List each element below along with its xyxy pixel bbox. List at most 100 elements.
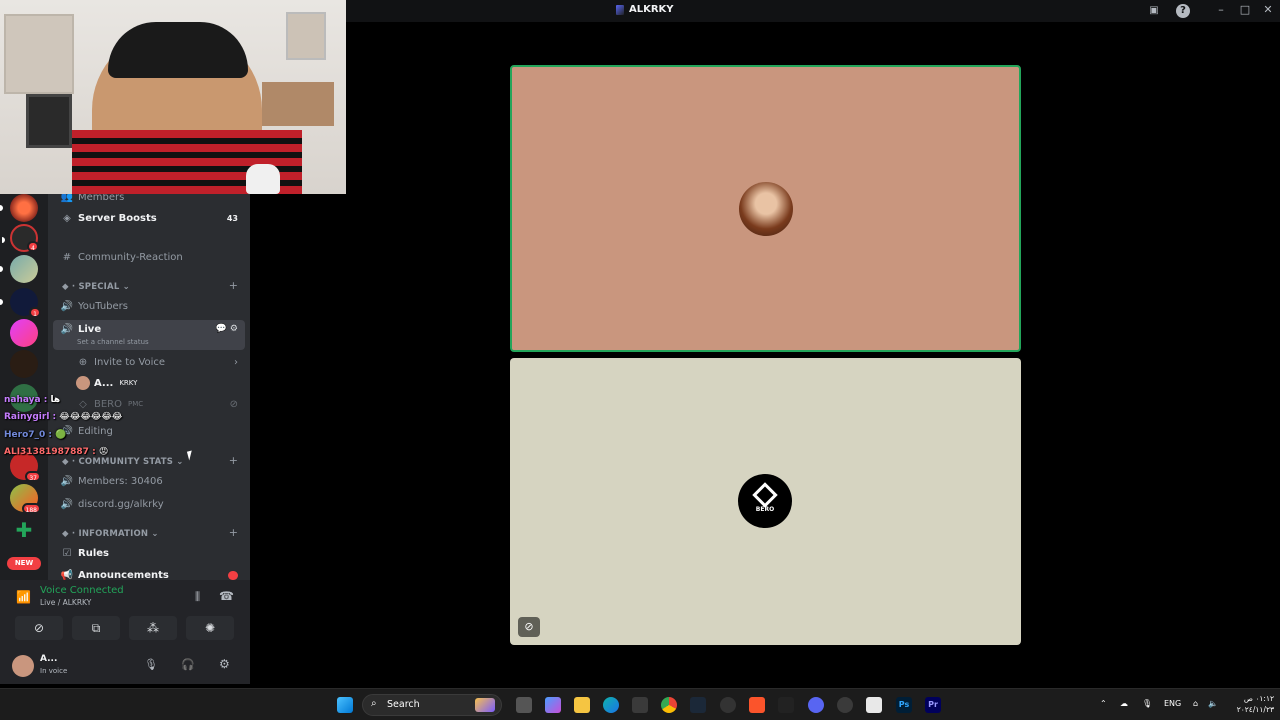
channel-announcements[interactable]: 📢 Announcements <box>48 564 250 581</box>
unread-badge <box>228 571 238 580</box>
brave-icon[interactable] <box>749 697 765 713</box>
category-special[interactable]: ◆ · SPECIAL ⌄ <box>62 282 130 292</box>
microphone-shape <box>246 164 280 194</box>
invite-label: Invite to Voice <box>94 356 166 368</box>
server-icon[interactable]: 4 <box>2 224 39 252</box>
server-icon[interactable] <box>10 350 38 378</box>
search-box[interactable]: ⌕ Search <box>362 694 502 716</box>
call-tile[interactable]: BERO ⊘ <box>510 358 1021 645</box>
file-explorer-icon[interactable] <box>574 697 590 713</box>
channel-server-boosts[interactable]: ◈ Server Boosts 43 <box>48 207 250 229</box>
app-icon[interactable] <box>866 697 882 713</box>
channel-editing[interactable]: 🔊 Editing <box>48 420 250 442</box>
invite-to-voice[interactable]: ⊕ Invite to Voice › <box>48 351 250 373</box>
voice-user-name: A... <box>94 377 114 389</box>
maximize-button[interactable]: □ <box>1238 3 1252 17</box>
call-tile-speaking[interactable] <box>510 65 1021 352</box>
settings-icon[interactable] <box>720 697 736 713</box>
channel-members[interactable]: 👥 Members <box>48 194 250 208</box>
speaker-icon: 🔊 <box>60 498 74 510</box>
window-title: ALKRKY <box>616 4 674 15</box>
steam-icon[interactable] <box>690 697 706 713</box>
channel-community-reaction[interactable]: # Community-Reaction <box>48 246 250 268</box>
discord-icon[interactable] <box>808 697 824 713</box>
inbox-icon[interactable]: ▣ <box>1147 4 1161 18</box>
app-icon[interactable] <box>837 697 853 713</box>
settings-icon[interactable]: ⚙ <box>219 657 230 671</box>
camera-button[interactable]: ⊘ <box>15 616 63 640</box>
voice-user-name: BERO <box>94 398 122 410</box>
voice-status[interactable]: Voice Connected <box>40 585 124 596</box>
channel-members-count[interactable]: 🔊 Members: 30406 <box>48 470 250 492</box>
avatar[interactable] <box>12 655 34 677</box>
user-name[interactable]: A... <box>40 654 57 664</box>
headphones-icon[interactable]: 🎧 <box>181 658 195 671</box>
avatar: BERO <box>738 474 792 528</box>
category-information[interactable]: ◆ · INFORMATION ⌄ <box>62 529 159 539</box>
store-icon[interactable] <box>632 697 648 713</box>
voice-panel: 📶 Voice Connected Live / ALKRKY ⫼ ☎ ⊘ ⧉ … <box>0 580 250 684</box>
voice-location[interactable]: Live / ALKRKY <box>40 598 91 607</box>
category-label: COMMUNITY STATS <box>78 457 174 467</box>
add-channel-icon[interactable]: + <box>229 454 238 467</box>
window-title-text: ALKRKY <box>629 4 674 15</box>
new-badge: NEW <box>7 557 41 570</box>
channel-live[interactable]: 🔊 Live 💬 ⚙ <box>48 318 250 340</box>
activity-button[interactable]: ⁂ <box>129 616 177 640</box>
help-icon[interactable]: ? <box>1176 4 1190 18</box>
screen-share-button[interactable]: ⧉ <box>72 616 120 640</box>
add-channel-icon[interactable]: + <box>229 279 238 292</box>
channel-youtubers[interactable]: 🔊 YouTubers <box>48 295 250 317</box>
wall-frame <box>26 94 72 148</box>
unread-pill <box>0 205 3 211</box>
channel-name: Announcements <box>78 569 169 581</box>
add-channel-icon[interactable]: + <box>229 526 238 539</box>
chat-message: ALI31381987887 : 😡 <box>4 447 109 457</box>
photoshop-icon[interactable]: Ps <box>896 697 912 713</box>
noise-suppression-icon[interactable]: ⫼ <box>195 590 200 604</box>
capcut-icon[interactable] <box>778 697 794 713</box>
channel-rules[interactable]: ☑ Rules <box>48 542 250 564</box>
microphone-icon[interactable]: 🎙 <box>144 658 158 671</box>
clock[interactable]: ٠١:١٢ ص ٢٠٢٤/١١/٢٣ <box>1224 693 1274 715</box>
copilot-icon[interactable] <box>545 697 561 713</box>
network-icon[interactable]: ⌂ <box>1193 699 1198 708</box>
announcement-icon: 📢 <box>60 569 74 581</box>
server-icon[interactable]: 188 <box>10 484 41 514</box>
server-icon[interactable] <box>0 194 38 222</box>
chevron-up-icon[interactable]: ⌃ <box>1100 699 1107 708</box>
soundboard-button[interactable]: ✺ <box>186 616 234 640</box>
task-view-icon[interactable] <box>516 697 532 713</box>
boost-count: 43 <box>226 213 238 223</box>
disconnect-icon[interactable]: ☎ <box>219 589 234 603</box>
app-window: ALKRKY ▣ ? – □ ✕ 4 1 37 188 ✚ NEW 👥 Memb… <box>0 0 1280 720</box>
channel-list: 👥 Members ◈ Server Boosts 43 # Community… <box>48 194 250 580</box>
cloud-icon[interactable]: ☁ <box>1120 699 1128 708</box>
server-icon[interactable]: 1 <box>0 288 41 318</box>
volume-icon[interactable]: 🔈 <box>1208 699 1218 708</box>
category-community-stats[interactable]: ◆ · COMMUNITY STATS ⌄ <box>62 457 184 467</box>
taskbar: ⌕ Search Ps Pr ⌃ ☁ 🎙 ENG ⌂ 🔈 ٠١:١٢ ص ٢٠٢… <box>0 688 1280 720</box>
voice-user[interactable]: A... KRKY <box>48 372 250 394</box>
server-icon[interactable] <box>10 319 38 347</box>
premiere-icon[interactable]: Pr <box>925 697 941 713</box>
microphone-icon[interactable]: 🎙 <box>1142 699 1152 708</box>
channel-status[interactable]: Set a channel status <box>77 338 149 346</box>
members-icon: 👥 <box>60 194 74 203</box>
minimize-button[interactable]: – <box>1214 3 1228 17</box>
channel-name: Editing <box>78 425 113 437</box>
chrome-icon[interactable] <box>661 697 677 713</box>
close-button[interactable]: ✕ <box>1261 3 1275 17</box>
server-icon[interactable] <box>0 255 38 283</box>
channel-actions[interactable]: 💬 ⚙ <box>216 324 238 334</box>
chat-text: 🟢 <box>55 430 67 440</box>
signal-icon[interactable]: 📶 <box>16 590 31 604</box>
speaker-icon: 🔊 <box>60 300 74 312</box>
chat-user: ALI31381987887 <box>4 447 89 457</box>
edge-icon[interactable] <box>603 697 619 713</box>
clock-date: ٢٠٢٤/١١/٢٣ <box>1236 705 1274 714</box>
start-icon[interactable] <box>337 697 353 713</box>
language-indicator[interactable]: ENG <box>1164 699 1181 708</box>
add-server-icon[interactable]: ✚ <box>10 516 38 544</box>
channel-discord-link[interactable]: 🔊 discord.gg/alkrky <box>48 493 250 515</box>
